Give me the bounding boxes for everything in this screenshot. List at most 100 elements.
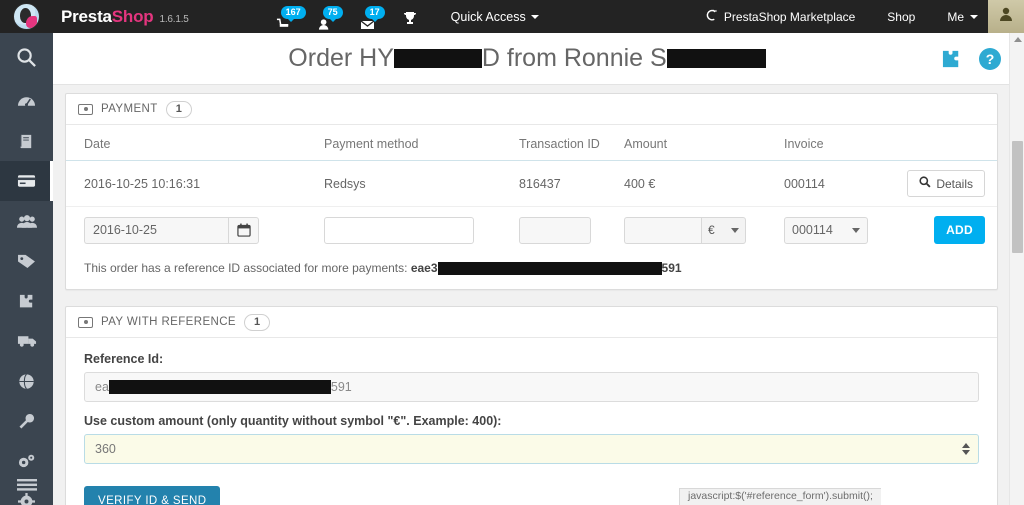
brand-shop: Shop xyxy=(111,6,154,26)
amount-input[interactable] xyxy=(624,216,701,244)
chevron-down-icon xyxy=(970,14,978,19)
add-button[interactable]: ADD xyxy=(934,216,985,244)
payment-add-row: € 000114 ADD xyxy=(66,207,997,254)
custom-amount-input[interactable]: 360 xyxy=(84,434,979,465)
stepper-down-icon[interactable] xyxy=(962,450,970,456)
trophy-icon[interactable] xyxy=(403,11,417,29)
marketplace-label: PrestaShop Marketplace xyxy=(723,9,856,24)
sidebar-item-orders[interactable] xyxy=(0,161,53,201)
catalog-icon xyxy=(18,133,35,150)
date-input-group xyxy=(84,216,259,244)
cell-payment-method: Redsys xyxy=(316,160,511,207)
search-icon xyxy=(919,176,931,191)
modules-icon xyxy=(18,293,36,310)
topbar-right-group: PrestaShop Marketplace Shop Me xyxy=(689,0,1024,33)
invoice-select[interactable]: 000114 xyxy=(784,216,868,244)
stepper-up-icon[interactable] xyxy=(962,443,970,449)
amount-input-group: € xyxy=(624,216,768,244)
quick-access-label: Quick Access xyxy=(450,9,526,24)
redaction-reference-id xyxy=(437,262,662,276)
pay-with-reference-title: Pay with reference xyxy=(101,316,236,329)
cell-amount-input: € xyxy=(616,207,776,254)
shop-link[interactable]: Shop xyxy=(871,0,931,33)
cell-date: 2016-10-25 10:16:31 xyxy=(66,160,316,207)
sidebar-item-advanced-parameters[interactable] xyxy=(0,441,53,481)
avatar[interactable] xyxy=(988,0,1024,33)
preferences-icon xyxy=(18,413,35,430)
quick-access-menu[interactable]: Quick Access xyxy=(451,10,539,24)
payment-panel: Payment 1 Date Payment method Transactio… xyxy=(65,93,998,291)
reference-id-value-start: ea xyxy=(95,380,109,395)
me-menu[interactable]: Me xyxy=(931,0,988,33)
custom-amount-label: Use custom amount (only quantity without… xyxy=(84,414,502,429)
top-navigation-bar: Presta Shop 1.6.1.5 167 75 17 Quick Acce… xyxy=(0,0,1024,33)
invoice-select-value: 000114 xyxy=(792,223,833,237)
details-label: Details xyxy=(936,176,973,191)
reference-id-input[interactable]: ea 591 xyxy=(84,372,979,403)
messages-badge[interactable]: 17 xyxy=(359,6,385,33)
cart-badge[interactable]: 167 xyxy=(275,6,306,33)
sidebar-item-customers[interactable] xyxy=(0,201,53,241)
chevron-down-icon xyxy=(731,227,739,233)
reference-note: This order has a reference ID associated… xyxy=(66,253,997,289)
page-header: Order HY D from Ronnie S ? xyxy=(53,33,1024,85)
calendar-icon[interactable] xyxy=(228,216,259,244)
dashboard-icon xyxy=(17,93,36,109)
vertical-scrollbar[interactable] xyxy=(1009,33,1024,505)
help-icon[interactable]: ? xyxy=(978,47,1002,71)
price-rules-icon xyxy=(17,253,36,269)
money-icon xyxy=(78,103,93,115)
custom-amount-value: 360 xyxy=(95,442,116,457)
pay-with-reference-header: Pay with reference 1 xyxy=(66,307,997,339)
prestashop-mark-icon xyxy=(705,9,718,25)
cell-actions: Details xyxy=(896,160,997,207)
me-label: Me xyxy=(947,9,964,24)
sidebar-collapse-button[interactable] xyxy=(0,479,53,499)
prestashop-admin-screen: Presta Shop 1.6.1.5 167 75 17 Quick Acce… xyxy=(0,0,1024,505)
details-button[interactable]: Details xyxy=(907,170,985,197)
localization-icon xyxy=(18,373,35,390)
cart-icon xyxy=(276,18,291,32)
status-bar: javascript:$('#reference_form').submit()… xyxy=(679,488,881,505)
transaction-id-input[interactable] xyxy=(519,216,591,244)
left-sidebar xyxy=(0,33,53,505)
column-payment-method: Payment method xyxy=(316,125,511,161)
sidebar-item-localization[interactable] xyxy=(0,361,53,401)
advanced-parameters-icon xyxy=(17,453,36,470)
marketplace-link[interactable]: PrestaShop Marketplace xyxy=(689,0,871,33)
reference-note-prefix: This order has a reference ID associated… xyxy=(84,261,411,275)
shipping-icon xyxy=(17,334,37,348)
currency-select[interactable]: € xyxy=(701,216,746,244)
column-date: Date xyxy=(66,125,316,161)
page-title-part2: D from Ronnie S xyxy=(481,44,667,72)
payment-method-input[interactable] xyxy=(324,216,474,244)
sidebar-item-preferences[interactable] xyxy=(0,401,53,441)
puzzle-icon[interactable] xyxy=(941,48,964,70)
date-input[interactable] xyxy=(84,216,228,244)
verify-id-send-button[interactable]: Verify ID & Send xyxy=(84,486,221,505)
sidebar-item-price-rules[interactable] xyxy=(0,241,53,281)
orders-icon xyxy=(17,174,36,188)
sidebar-item-search[interactable] xyxy=(0,33,53,81)
column-invoice: Invoice xyxy=(776,125,896,161)
cell-transaction-input xyxy=(511,207,616,254)
number-stepper-icon[interactable] xyxy=(962,443,970,456)
scrollbar-thumb[interactable] xyxy=(1012,141,1023,253)
scroll-up-icon[interactable] xyxy=(1014,37,1022,42)
prestashop-logo[interactable] xyxy=(0,0,53,33)
prestashop-logo-icon xyxy=(13,3,40,30)
pay-with-reference-count: 1 xyxy=(244,313,271,331)
chevron-down-icon xyxy=(530,14,539,19)
payment-panel-header: Payment 1 xyxy=(66,94,997,125)
payment-table-header-row: Date Payment method Transaction ID Amoun… xyxy=(66,125,997,161)
sidebar-item-modules[interactable] xyxy=(0,281,53,321)
customers-badge[interactable]: 75 xyxy=(317,6,343,33)
sidebar-item-shipping[interactable] xyxy=(0,321,53,361)
sidebar-item-dashboard[interactable] xyxy=(0,81,53,121)
shop-label: Shop xyxy=(887,9,916,24)
payment-table-body: 2016-10-25 10:16:31 Redsys 816437 400 € … xyxy=(66,160,997,254)
cell-method-input xyxy=(316,207,511,254)
cell-amount: 400 € xyxy=(616,160,776,207)
sidebar-item-catalog[interactable] xyxy=(0,121,53,161)
cell-date-input xyxy=(66,207,316,254)
